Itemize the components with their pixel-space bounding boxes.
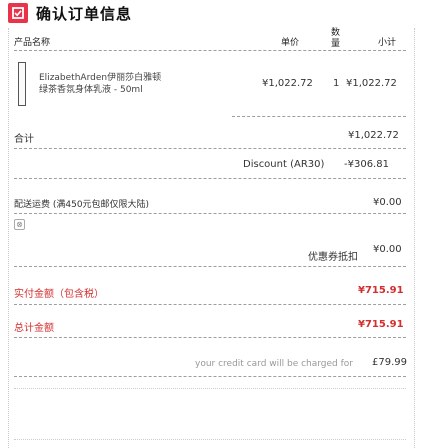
pay-value: ¥715.91 (358, 285, 404, 296)
grand-total-label: 总计金额 (14, 323, 54, 334)
charge-divider (14, 376, 406, 377)
product-name-line2[interactable]: 绿茶香氛身体乳液 - 50ml (39, 82, 143, 95)
total-label: 合计 (14, 134, 34, 145)
grand-total-value: ¥715.91 (358, 319, 404, 330)
grand-divider (14, 337, 406, 338)
coupon-label: 优惠券抵扣 (308, 252, 358, 263)
product-thumbnail[interactable] (18, 62, 26, 106)
col-subtotal: 小计 (378, 38, 397, 48)
frame-right (414, 28, 415, 448)
item-subtotal: ¥1,022.72 (346, 78, 397, 89)
discount-label: Discount (AR30) (243, 159, 325, 170)
col-product: 产品名称 (14, 38, 51, 48)
order-icon (8, 3, 28, 23)
col-quantity: 数量 (331, 28, 341, 49)
discount-value: -¥306.81 (344, 159, 389, 170)
item-divider (232, 116, 406, 117)
shipping-label: 配送运费 (满450元包邮仅限大陆) (14, 200, 150, 210)
item-unit-price: ¥1,022.72 (262, 78, 313, 89)
total-divider (14, 148, 406, 149)
charge-label: your credit card will be charged for (195, 359, 354, 369)
coupon-value: ¥0.00 (373, 244, 402, 255)
coupon-divider (14, 266, 406, 267)
total-value: ¥1,022.72 (348, 130, 399, 141)
col-unit-price: 单价 (281, 38, 300, 48)
footer-area (14, 388, 406, 440)
shipping-value: ¥0.00 (373, 197, 402, 208)
pay-label: 实付金额（包含税） (14, 289, 104, 300)
frame-left (8, 28, 9, 448)
item-quantity: 1 (333, 78, 340, 89)
charge-value: £79.99 (372, 357, 407, 368)
shipping-divider (14, 213, 406, 214)
coupon-checkbox[interactable]: ⊗ (14, 219, 25, 230)
header-divider (14, 50, 406, 51)
pay-divider (14, 304, 406, 305)
discount-divider (14, 178, 406, 179)
page-title: 确认订单信息 (36, 5, 133, 23)
